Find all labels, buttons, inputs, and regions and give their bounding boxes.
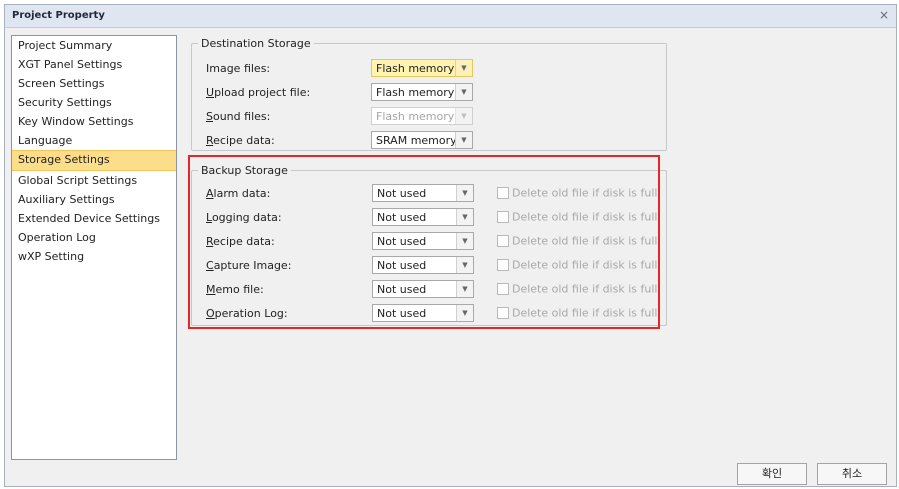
destination-storage-legend: Destination Storage — [201, 37, 311, 50]
sidebar-item-global-script-settings[interactable]: Global Script Settings — [12, 171, 176, 190]
sidebar-item-operation-log[interactable]: Operation Log — [12, 228, 176, 247]
sidebar-item-security-settings[interactable]: Security Settings — [12, 93, 176, 112]
backup-storage-highlight-box — [188, 155, 660, 329]
sound-files-row: Sound files: Flash memory ▼ — [192, 107, 666, 127]
sidebar-item-screen-settings[interactable]: Screen Settings — [12, 74, 176, 93]
recipe-data-dropdown[interactable]: SRAM memory ▼ — [371, 131, 473, 149]
recipe-data-row: Recipe data: SRAM memory ▼ — [192, 131, 666, 151]
sound-files-dropdown: Flash memory ▼ — [371, 107, 473, 125]
recipe-data-label: ecipe data: — [213, 134, 275, 147]
dialog-title: Project Property — [12, 10, 105, 21]
sound-files-mnemonic: S — [206, 110, 213, 123]
sidebar-item-wxp-setting[interactable]: wXP Setting — [12, 247, 176, 266]
title-bar: Project Property × — [5, 5, 896, 28]
upload-project-file-dropdown[interactable]: Flash memory ▼ — [371, 83, 473, 101]
sidebar-item-extended-device-settings[interactable]: Extended Device Settings — [12, 209, 176, 228]
destination-storage-group: Destination Storage Image files: Flash m… — [191, 37, 667, 151]
upload-project-file-mnemonic: U — [206, 86, 215, 99]
dialog-footer: 확인 취소 — [5, 460, 896, 488]
sidebar-item-auxiliary-settings[interactable]: Auxiliary Settings — [12, 190, 176, 209]
image-files-dropdown[interactable]: Flash memory ▼ — [371, 59, 473, 77]
upload-project-file-row: Upload project file: Flash memory ▼ — [192, 83, 666, 103]
chevron-down-icon: ▼ — [455, 60, 472, 76]
image-files-value: Flash memory — [376, 62, 455, 75]
ok-button[interactable]: 확인 — [737, 463, 807, 485]
upload-project-file-label: pload project file: — [214, 86, 311, 99]
sound-files-value: Flash memory — [376, 110, 455, 123]
sidebar-item-storage-settings[interactable]: Storage Settings — [12, 150, 176, 171]
recipe-data-value: SRAM memory — [376, 134, 457, 147]
chevron-down-icon: ▼ — [455, 84, 472, 100]
close-icon[interactable]: × — [876, 7, 892, 23]
category-list: Project Summary XGT Panel Settings Scree… — [11, 35, 177, 460]
sidebar-item-project-summary[interactable]: Project Summary — [12, 36, 176, 55]
image-files-label: Image files: — [206, 62, 271, 75]
sidebar-item-xgt-panel-settings[interactable]: XGT Panel Settings — [12, 55, 176, 74]
chevron-down-icon: ▼ — [455, 108, 472, 124]
upload-project-file-value: Flash memory — [376, 86, 455, 99]
sidebar-item-language[interactable]: Language — [12, 131, 176, 150]
chevron-down-icon: ▼ — [455, 132, 472, 148]
image-files-row: Image files: Flash memory ▼ — [192, 59, 666, 79]
cancel-button[interactable]: 취소 — [817, 463, 887, 485]
sidebar-item-key-window-settings[interactable]: Key Window Settings — [12, 112, 176, 131]
sound-files-label: ound files: — [212, 110, 271, 123]
